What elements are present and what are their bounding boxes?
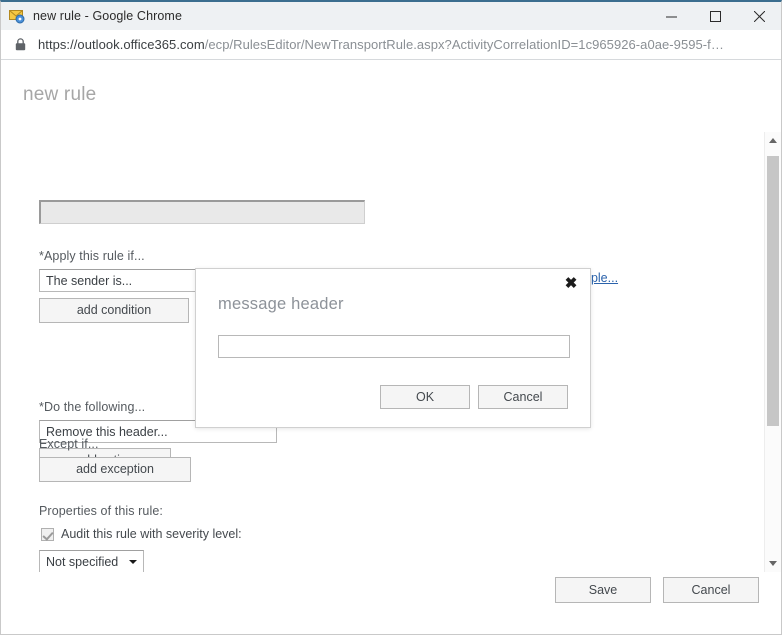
message-header-input[interactable]: [218, 335, 570, 358]
vertical-scrollbar[interactable]: [764, 132, 781, 572]
severity-select[interactable]: Not specified: [39, 550, 144, 572]
form-footer: Save Cancel: [555, 577, 759, 603]
save-button[interactable]: Save: [555, 577, 651, 603]
dialog-buttons: OK Cancel: [380, 385, 568, 409]
severity-select-value: Not specified: [46, 554, 119, 569]
maximize-button[interactable]: [693, 2, 737, 30]
chevron-down-icon: [123, 559, 143, 564]
scroll-down-arrow-icon[interactable]: [765, 555, 781, 572]
do-following-label: *Do the following...: [39, 400, 146, 414]
url-host: https://outlook.office365.com: [38, 37, 205, 52]
audit-checkbox-label: Audit this rule with severity level:: [61, 527, 242, 541]
rule-name-input[interactable]: [39, 200, 365, 224]
page-title: new rule: [23, 84, 97, 105]
dialog-close-icon[interactable]: ✖: [562, 274, 580, 292]
title-bar: new rule - Google Chrome: [1, 2, 781, 31]
scroll-up-arrow-icon[interactable]: [765, 132, 781, 149]
window-controls: [649, 2, 781, 30]
add-condition-button[interactable]: add condition: [39, 298, 189, 323]
window-title: new rule - Google Chrome: [33, 9, 182, 23]
audit-checkbox-row[interactable]: Audit this rule with severity level:: [41, 527, 242, 541]
add-exception-button[interactable]: add exception: [39, 457, 191, 482]
except-if-label: Except if...: [39, 437, 99, 451]
url-path: /ecp/RulesEditor/NewTransportRule.aspx?A…: [204, 37, 724, 52]
audit-checkbox[interactable]: [41, 527, 54, 541]
address-bar[interactable]: https://outlook.office365.com/ecp/RulesE…: [1, 30, 781, 60]
message-header-dialog: ✖ message header OK Cancel: [195, 268, 591, 428]
page-content: new rule *Apply this rule if... The send…: [1, 60, 781, 634]
apply-rule-label: *Apply this rule if...: [39, 249, 145, 263]
url-text: https://outlook.office365.com/ecp/RulesE…: [38, 37, 724, 52]
cancel-button[interactable]: Cancel: [663, 577, 759, 603]
minimize-button[interactable]: [649, 2, 693, 30]
lock-icon: [15, 38, 26, 51]
dialog-title: message header: [218, 295, 344, 313]
properties-label: Properties of this rule:: [39, 504, 163, 518]
dialog-cancel-button[interactable]: Cancel: [478, 385, 568, 409]
mail-rule-icon: [9, 8, 25, 24]
dialog-ok-button[interactable]: OK: [380, 385, 470, 409]
close-button[interactable]: [737, 2, 781, 30]
scrollbar-thumb[interactable]: [767, 156, 779, 426]
browser-window: new rule - Google Chrome https://outlook…: [0, 0, 782, 635]
